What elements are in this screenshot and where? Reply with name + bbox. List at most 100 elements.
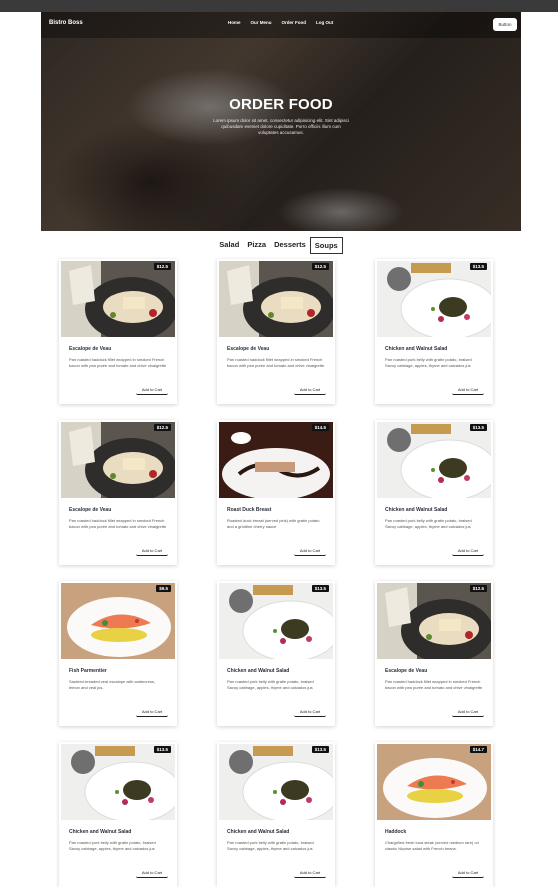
food-photo bbox=[61, 261, 175, 337]
add-to-cart-button[interactable]: Add to Cart bbox=[136, 385, 168, 395]
item-description: Pan roasted pork belly with gratin potat… bbox=[227, 840, 314, 851]
food-image bbox=[61, 583, 175, 659]
price-badge: $9.5 bbox=[156, 585, 171, 592]
food-image bbox=[61, 422, 175, 498]
price-badge: $12.5 bbox=[469, 585, 487, 592]
add-to-cart-button[interactable]: Add to Cart bbox=[452, 707, 484, 717]
item-description: Pan roasted pork belly with gratin potat… bbox=[385, 518, 472, 529]
item-description: Pan roasted pork belly with gratin potat… bbox=[227, 679, 314, 690]
item-title: Escalope de Veau bbox=[227, 346, 270, 352]
price-badge: $12.5 bbox=[153, 263, 171, 270]
food-photo bbox=[377, 261, 491, 337]
nav-home[interactable]: Home bbox=[228, 20, 241, 25]
menu-card: $9.5 Fish Parmentier Sautéed breaded veal … bbox=[59, 581, 177, 726]
food-photo bbox=[219, 744, 333, 820]
item-title: Escalope de Veau bbox=[385, 668, 428, 674]
tab-soups[interactable]: Soups bbox=[309, 237, 343, 254]
nav-links: Home Our Menu Order Food Log Out bbox=[228, 20, 333, 25]
item-description: Pan roasted haddock fillet wrapped in sm… bbox=[227, 357, 325, 368]
food-image bbox=[61, 744, 175, 820]
price-badge: $12.5 bbox=[153, 424, 171, 431]
add-to-cart-button[interactable]: Add to Cart bbox=[452, 546, 484, 556]
tab-desserts[interactable]: Desserts bbox=[270, 237, 310, 254]
food-image bbox=[219, 422, 333, 498]
item-description: Pan roasted pork belly with gratin potat… bbox=[69, 840, 156, 851]
add-to-cart-button[interactable]: Add to Cart bbox=[452, 385, 484, 395]
add-to-cart-button[interactable]: Add to Cart bbox=[136, 707, 168, 717]
tab-salad[interactable]: Salad bbox=[215, 237, 243, 254]
food-photo bbox=[377, 422, 491, 498]
hero-banner: Bistro Boss Home Our Menu Order Food Log… bbox=[41, 12, 521, 231]
food-photo bbox=[377, 583, 491, 659]
hero-title: ORDER FOOD bbox=[229, 96, 333, 113]
item-description: Chargrilled fresh tuna steak (served med… bbox=[385, 840, 479, 851]
item-title: Haddock bbox=[385, 829, 407, 835]
item-description: Sautéed breaded veal escalope with water… bbox=[69, 679, 156, 690]
item-description: Roasted duck breast (served pink) with g… bbox=[227, 518, 320, 529]
price-badge: $13.5 bbox=[469, 424, 487, 431]
price-badge: $14.7 bbox=[469, 746, 487, 753]
price-badge: $14.5 bbox=[311, 424, 329, 431]
add-to-cart-button[interactable]: Add to Cart bbox=[136, 546, 168, 556]
add-to-cart-button[interactable]: Add to Cart bbox=[294, 707, 326, 717]
hero-subtitle: Lorem ipsum dolor sit amet, consectetur … bbox=[213, 118, 349, 135]
add-to-cart-button[interactable]: Add to Cart bbox=[294, 385, 326, 395]
food-image bbox=[61, 261, 175, 337]
food-image bbox=[219, 261, 333, 337]
item-title: Roast Duck Breast bbox=[227, 507, 272, 513]
price-badge: $13.5 bbox=[153, 746, 171, 753]
item-title: Escalope de Veau bbox=[69, 346, 112, 352]
nav-order-food[interactable]: Order Food bbox=[282, 20, 307, 25]
menu-card: $14.7 Haddock Chargrilled fresh tuna steak… bbox=[375, 742, 493, 887]
add-to-cart-button[interactable]: Add to Cart bbox=[452, 868, 484, 878]
item-title: Chicken and Walnut Salad bbox=[385, 507, 448, 513]
nav-button[interactable]: Button bbox=[493, 18, 517, 31]
menu-card: $13.5 Chicken and Walnut Salad Pan roasted… bbox=[375, 420, 493, 565]
add-to-cart-button[interactable]: Add to Cart bbox=[136, 868, 168, 878]
price-badge: $13.5 bbox=[469, 263, 487, 270]
item-title: Chicken and Walnut Salad bbox=[385, 346, 448, 352]
item-description: Pan roasted haddock fillet wrapped in sm… bbox=[69, 357, 167, 368]
category-tabs: Salad Pizza Desserts Soups bbox=[0, 237, 558, 254]
food-photo bbox=[219, 583, 333, 659]
add-to-cart-button[interactable]: Add to Cart bbox=[294, 546, 326, 556]
navbar: Bistro Boss Home Our Menu Order Food Log… bbox=[41, 12, 521, 38]
item-title: Escalope de Veau bbox=[69, 507, 112, 513]
menu-card: $13.5 Chicken and Walnut Salad Pan roasted… bbox=[59, 742, 177, 887]
menu-card: $13.5 Chicken and Walnut Salad Pan roasted… bbox=[217, 581, 335, 726]
menu-card: $14.5 Roast Duck Breast Roasted duck breas… bbox=[217, 420, 335, 565]
price-badge: $13.5 bbox=[311, 585, 329, 592]
menu-card: $12.5 Escalope de Veau Pan roasted haddock… bbox=[59, 259, 177, 404]
food-photo bbox=[61, 744, 175, 820]
food-photo bbox=[219, 261, 333, 337]
menu-card: $12.5 Escalope de Veau Pan roasted haddock… bbox=[375, 581, 493, 726]
item-title: Chicken and Walnut Salad bbox=[227, 668, 290, 674]
food-image bbox=[377, 261, 491, 337]
menu-card: $12.5 Escalope de Veau Pan roasted haddock… bbox=[59, 420, 177, 565]
food-image bbox=[219, 744, 333, 820]
food-photo bbox=[61, 422, 175, 498]
menu-card: $13.5 Chicken and Walnut Salad Pan roasted… bbox=[217, 742, 335, 887]
food-photo bbox=[61, 583, 175, 659]
add-to-cart-button[interactable]: Add to Cart bbox=[294, 868, 326, 878]
item-title: Chicken and Walnut Salad bbox=[69, 829, 132, 835]
browser-top-strip bbox=[0, 0, 558, 12]
food-photo bbox=[377, 744, 491, 820]
item-title: Fish Parmentier bbox=[69, 668, 107, 674]
brand-logo[interactable]: Bistro Boss bbox=[49, 20, 83, 26]
tab-pizza[interactable]: Pizza bbox=[243, 237, 270, 254]
food-image bbox=[377, 422, 491, 498]
item-description: Pan roasted haddock fillet wrapped in sm… bbox=[69, 518, 167, 529]
item-description: Pan roasted haddock fillet wrapped in sm… bbox=[385, 679, 483, 690]
menu-card: $12.5 Escalope de Veau Pan roasted haddock… bbox=[217, 259, 335, 404]
price-badge: $12.5 bbox=[311, 263, 329, 270]
price-badge: $13.5 bbox=[311, 746, 329, 753]
food-image bbox=[377, 583, 491, 659]
food-image bbox=[377, 744, 491, 820]
item-title: Chicken and Walnut Salad bbox=[227, 829, 290, 835]
menu-card: $13.5 Chicken and Walnut Salad Pan roasted… bbox=[375, 259, 493, 404]
food-image bbox=[219, 583, 333, 659]
nav-log-out[interactable]: Log Out bbox=[316, 20, 333, 25]
item-description: Pan roasted pork belly with gratin potat… bbox=[385, 357, 472, 368]
nav-our-menu[interactable]: Our Menu bbox=[251, 20, 272, 25]
